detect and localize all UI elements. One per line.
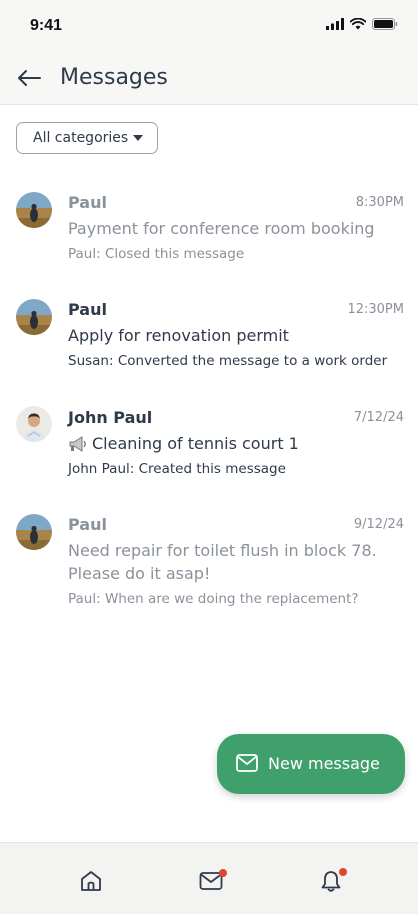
nav-home[interactable] bbox=[79, 869, 105, 895]
bottom-nav bbox=[0, 842, 418, 914]
new-message-label: New message bbox=[268, 754, 380, 773]
notification-dot bbox=[339, 868, 347, 876]
nav-notifications[interactable] bbox=[319, 868, 347, 895]
status-icons bbox=[326, 18, 398, 30]
caret-down-icon bbox=[133, 135, 143, 141]
new-message-button[interactable]: New message bbox=[217, 734, 405, 794]
message-sender: John Paul bbox=[68, 408, 153, 427]
message-subject: Cleaning of tennis court 1 bbox=[92, 434, 299, 453]
status-bar: 9:41 bbox=[0, 0, 418, 52]
page-title: Messages bbox=[60, 65, 168, 90]
message-preview: Paul: When are we doing the replacement? bbox=[68, 591, 359, 607]
avatar bbox=[16, 406, 52, 442]
message-subject-row: Cleaning of tennis court 1 bbox=[68, 432, 398, 455]
message-item[interactable]: John Paul 7/12/24 Cleaning of tennis cou… bbox=[0, 396, 418, 492]
message-item[interactable]: Paul 12:30PM Apply for renovation permit… bbox=[0, 288, 418, 384]
message-preview: John Paul: Created this message bbox=[68, 461, 286, 477]
status-time: 9:41 bbox=[30, 17, 63, 34]
envelope-icon bbox=[236, 754, 258, 772]
message-subject: Apply for renovation permit bbox=[68, 326, 289, 345]
home-icon bbox=[81, 871, 101, 891]
message-time: 9/12/24 bbox=[353, 517, 404, 532]
message-preview: Susan: Converted the message to a work o… bbox=[68, 353, 388, 369]
message-sender: Paul bbox=[68, 300, 107, 319]
avatar bbox=[16, 299, 52, 335]
category-filter-label: All categories bbox=[33, 130, 129, 146]
message-subject: Need repair for toilet flush in block 78… bbox=[68, 541, 377, 583]
back-button[interactable] bbox=[16, 66, 44, 90]
message-time: 7/12/24 bbox=[353, 410, 404, 425]
wifi-icon bbox=[350, 18, 366, 30]
message-time: 12:30PM bbox=[347, 302, 404, 317]
message-time: 8:30PM bbox=[355, 195, 404, 210]
battery-icon bbox=[372, 18, 398, 30]
message-item[interactable]: Paul 9/12/24 Need repair for toilet flus… bbox=[0, 503, 418, 621]
message-item[interactable]: Paul 8:30PM Payment for conference room … bbox=[0, 180, 418, 276]
message-sender: Paul bbox=[68, 193, 107, 212]
message-subject: Payment for conference room booking bbox=[68, 219, 375, 238]
avatar bbox=[16, 514, 52, 550]
megaphone-icon bbox=[69, 435, 86, 452]
header: Messages bbox=[0, 52, 418, 105]
nav-messages[interactable] bbox=[199, 869, 227, 895]
arrow-left-icon bbox=[18, 70, 41, 86]
notification-dot bbox=[219, 869, 227, 877]
signal-icon bbox=[326, 18, 344, 30]
category-filter-dropdown[interactable]: All categories bbox=[16, 122, 158, 154]
message-preview: Paul: Closed this message bbox=[68, 246, 245, 262]
avatar bbox=[16, 192, 52, 228]
message-sender: Paul bbox=[68, 515, 107, 534]
